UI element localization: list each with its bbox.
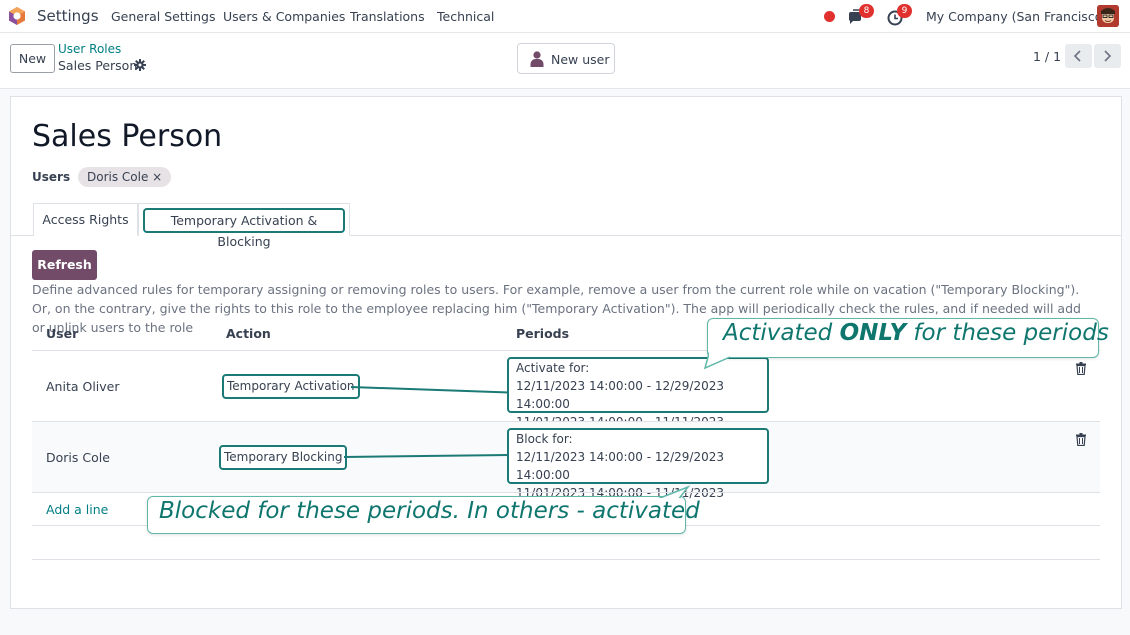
callout-bottom-tail bbox=[654, 485, 691, 500]
row2-divider bbox=[32, 492, 1100, 493]
row1-user[interactable]: Anita Oliver bbox=[46, 379, 120, 394]
column-user[interactable]: User bbox=[46, 326, 78, 341]
row2-periods[interactable]: Block for: 12/11/2023 14:00:00 - 12/29/2… bbox=[507, 428, 769, 518]
callout-top-tail bbox=[703, 350, 731, 370]
callout-top-bold: ONLY bbox=[839, 320, 907, 346]
refresh-button[interactable]: Refresh bbox=[32, 250, 97, 280]
callout-activated-only: Activated ONLY for these periods bbox=[707, 318, 1109, 358]
messages-badge: 8 bbox=[859, 4, 874, 18]
column-action[interactable]: Action bbox=[226, 326, 271, 341]
pager-previous-button[interactable] bbox=[1065, 44, 1092, 68]
new-user-label: New user bbox=[551, 52, 610, 67]
app-name[interactable]: Settings bbox=[37, 7, 99, 25]
user-icon bbox=[530, 51, 544, 67]
user-tag[interactable]: Doris Cole × bbox=[78, 167, 172, 187]
new-user-button[interactable]: New user bbox=[517, 43, 615, 74]
app-logo-icon[interactable] bbox=[7, 6, 27, 26]
row2-action[interactable]: Temporary Blocking bbox=[219, 445, 348, 470]
top-navbar: Settings General Settings Users & Compan… bbox=[0, 0, 1130, 33]
breadcrumb-current: Sales Person bbox=[58, 58, 138, 73]
add-line-link[interactable]: Add a line bbox=[46, 502, 108, 517]
pager-next-button[interactable] bbox=[1094, 44, 1121, 68]
trash-icon[interactable] bbox=[1075, 362, 1087, 375]
activities-badge: 9 bbox=[897, 4, 912, 18]
table-bottom-divider bbox=[32, 559, 1100, 560]
row1-period-1: 12/11/2023 14:00:00 - 12/29/2023 14:00:0… bbox=[516, 379, 724, 411]
new-button[interactable]: New bbox=[10, 44, 55, 73]
chevron-right-icon bbox=[1104, 50, 1112, 62]
row2-user[interactable]: Doris Cole bbox=[46, 450, 110, 465]
row1-connector bbox=[350, 386, 509, 394]
company-switcher[interactable]: My Company (San Francisco) bbox=[926, 9, 1107, 24]
gear-icon[interactable] bbox=[134, 59, 146, 71]
column-periods[interactable]: Periods bbox=[516, 326, 569, 341]
user-avatar[interactable] bbox=[1097, 5, 1119, 27]
menu-technical[interactable]: Technical bbox=[437, 9, 494, 24]
tab-label: Temporary Activation & Blocking bbox=[143, 208, 345, 249]
users-label: Users bbox=[32, 170, 71, 184]
row2-periods-header: Block for: bbox=[516, 432, 573, 446]
menu-users-companies[interactable]: Users & Companies bbox=[223, 9, 345, 24]
trash-icon[interactable] bbox=[1075, 433, 1087, 446]
menu-general-settings[interactable]: General Settings bbox=[111, 9, 216, 24]
breadcrumb-parent-link[interactable]: User Roles bbox=[58, 42, 121, 56]
tab-access-rights[interactable]: Access Rights bbox=[33, 203, 138, 236]
pager-value[interactable]: 1 / 1 bbox=[1033, 49, 1061, 64]
row2-period-1: 12/11/2023 14:00:00 - 12/29/2023 14:00:0… bbox=[516, 450, 724, 482]
control-panel: New User Roles Sales Person New user 1 /… bbox=[0, 33, 1130, 89]
menu-translations[interactable]: Translations bbox=[350, 9, 425, 24]
chevron-left-icon bbox=[1073, 50, 1081, 62]
tab-temporary-activation-blocking[interactable]: Temporary Activation & Blocking bbox=[138, 203, 350, 249]
callout-top-post: for these periods bbox=[906, 320, 1109, 346]
record-title[interactable]: Sales Person bbox=[32, 119, 222, 154]
row1-action[interactable]: Temporary Activation bbox=[222, 374, 360, 399]
callout-top-pre: Activated bbox=[723, 320, 840, 346]
callout-blocked: Blocked for these periods. In others - a… bbox=[147, 496, 700, 534]
status-dot-icon[interactable] bbox=[824, 11, 835, 22]
